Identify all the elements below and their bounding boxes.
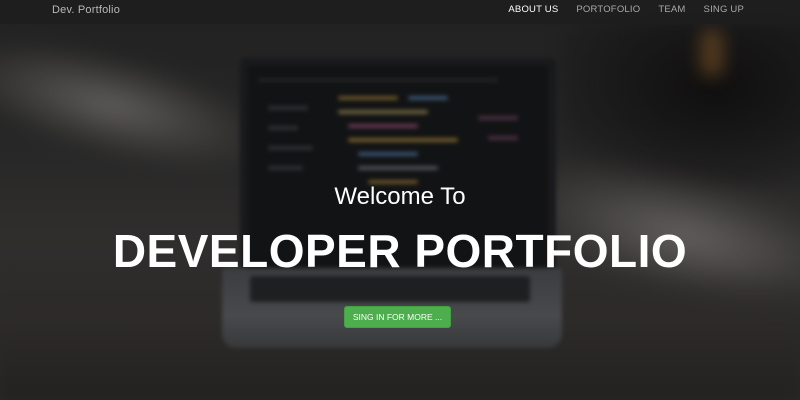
hero-title: DEVELOPER PORTFOLIO [112, 225, 688, 277]
landing-page: Dev. Portfolio ABOUT US PORTOFOLIO TEAM … [0, 0, 800, 400]
top-navbar: Dev. Portfolio ABOUT US PORTOFOLIO TEAM … [0, 0, 800, 24]
brand-link[interactable]: Dev. Portfolio [52, 4, 120, 16]
sign-in-button[interactable]: SING IN FOR MORE ... [344, 306, 451, 328]
nav-link-sing-up[interactable]: SING UP [704, 4, 744, 15]
nav-link-about-us[interactable]: ABOUT US [508, 4, 558, 15]
hero-subtitle: Welcome To [334, 183, 466, 210]
nav-link-portofolio[interactable]: PORTOFOLIO [576, 4, 640, 15]
nav-link-team[interactable]: TEAM [658, 4, 685, 15]
nav-links: ABOUT US PORTOFOLIO TEAM SING UP [508, 4, 744, 15]
